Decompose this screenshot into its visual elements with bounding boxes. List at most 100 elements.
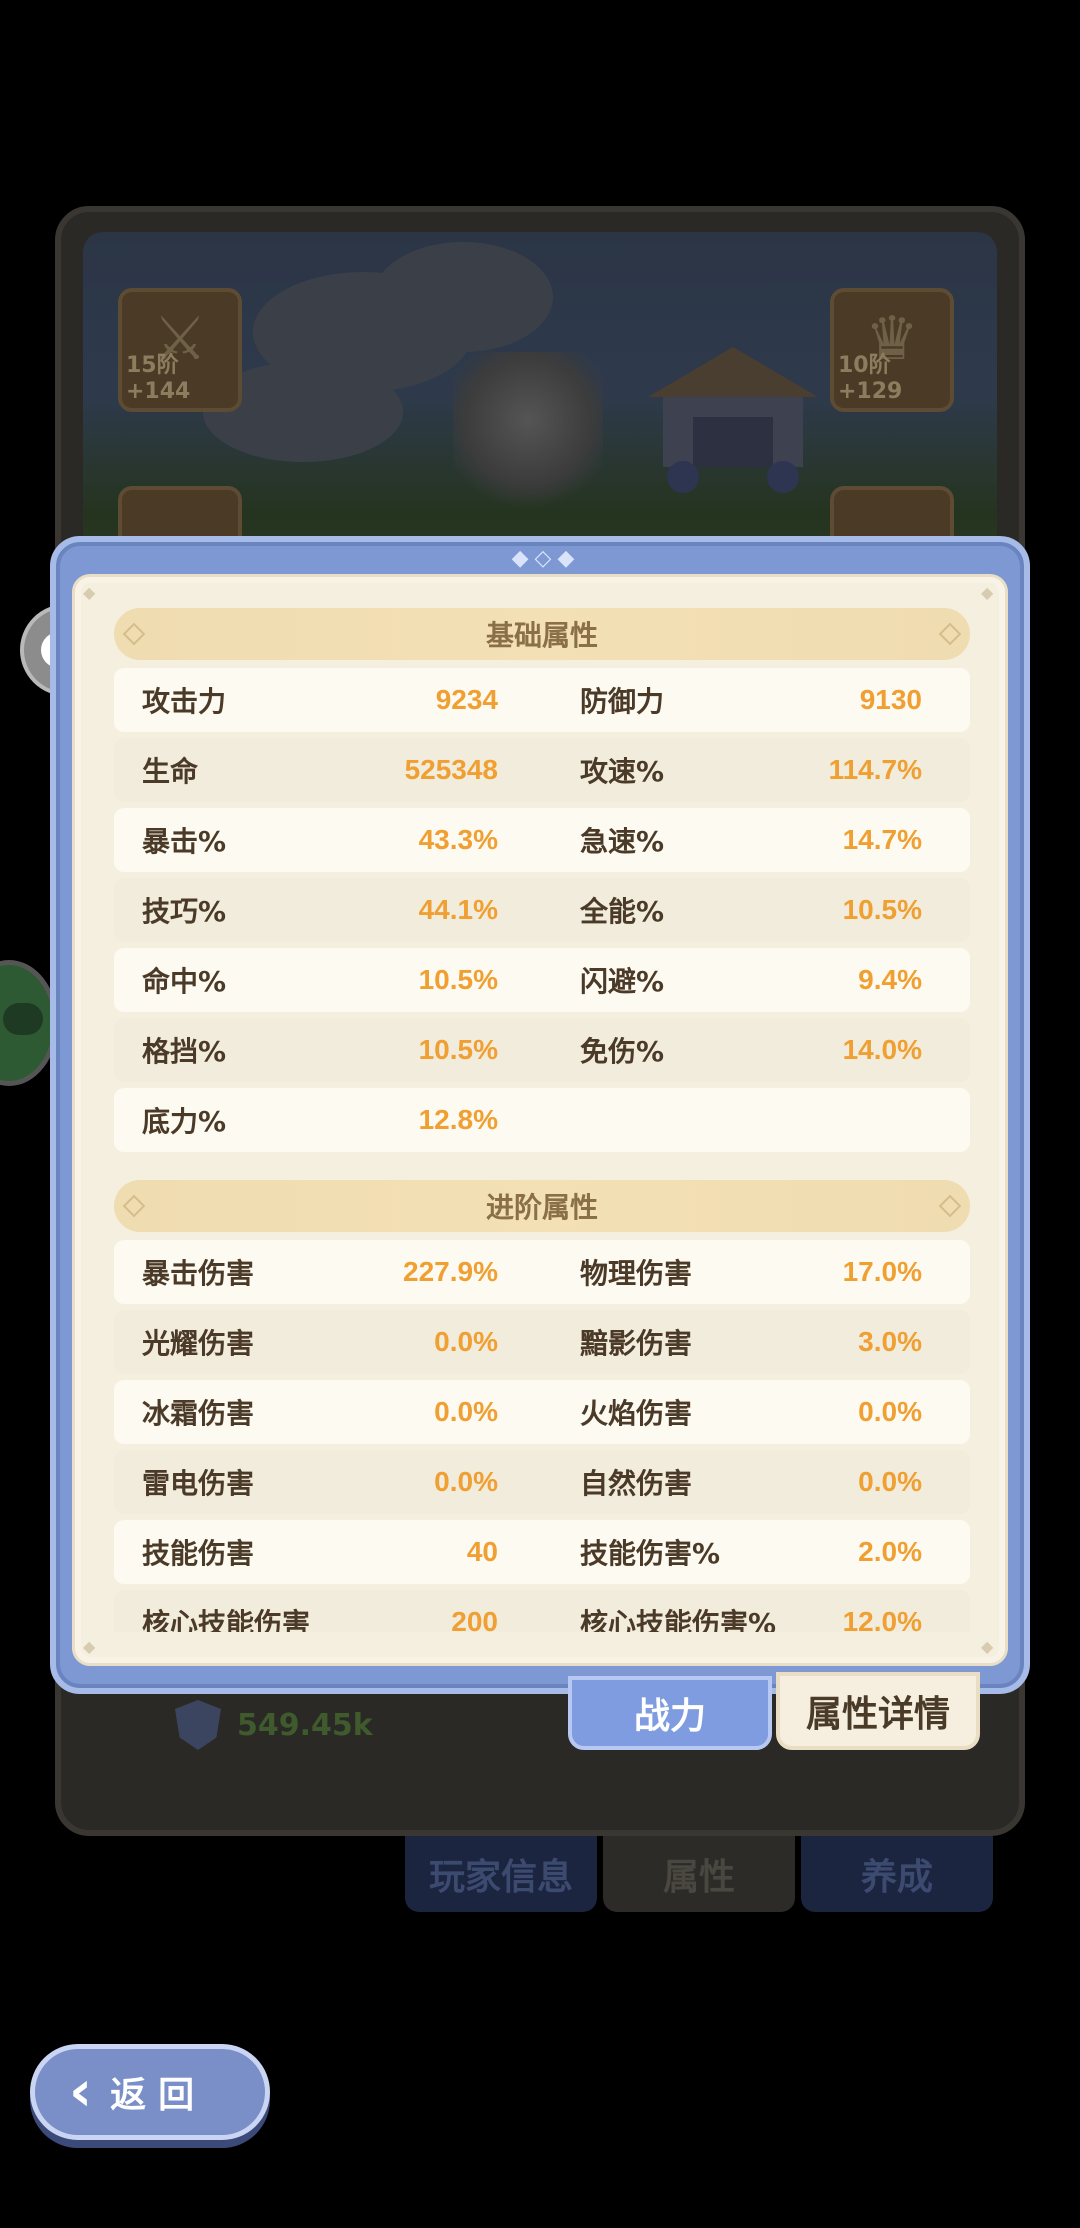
corner-ornament-icon: ◆	[83, 583, 96, 602]
stat-value: 0.0%	[858, 1466, 922, 1497]
stat-cell: 冰霜伤害 0.0%	[114, 1380, 542, 1444]
equipment-level: 10阶+129	[838, 353, 903, 404]
stat-name: 命中%	[142, 965, 227, 998]
stat-value: 17.0%	[842, 1256, 922, 1287]
stat-cell: 黯影伤害 3.0%	[542, 1310, 970, 1374]
stat-value: 0.0%	[434, 1326, 498, 1357]
stat-name: 核心技能伤害	[142, 1607, 311, 1632]
stat-name: 冰霜伤害	[142, 1397, 255, 1430]
stat-name: 黯影伤害	[580, 1327, 693, 1360]
stat-name: 免伤%	[580, 1035, 665, 1068]
stat-value: 12.0%	[842, 1606, 922, 1632]
stat-value: 9.4%	[858, 964, 922, 995]
stat-row: 暴击伤害 227.9% 物理伤害 17.0%	[114, 1240, 970, 1304]
stat-cell: 物理伤害 17.0%	[542, 1240, 970, 1304]
stat-name: 格挡%	[142, 1035, 227, 1068]
stat-name: 核心技能伤害%	[580, 1607, 777, 1632]
stat-name: 物理伤害	[580, 1257, 693, 1290]
stat-name: 雷电伤害	[142, 1467, 255, 1500]
diamond-icon	[938, 1194, 962, 1218]
stat-value: 0.0%	[858, 1396, 922, 1427]
stat-name: 暴击%	[142, 825, 227, 858]
stat-cell: 暴击伤害 227.9%	[114, 1240, 542, 1304]
stat-cell: 自然伤害 0.0%	[542, 1450, 970, 1514]
stat-value: 0.0%	[434, 1466, 498, 1497]
stat-cell: 暴击% 43.3%	[114, 808, 542, 872]
equipment-level: 15阶+144	[126, 353, 191, 404]
stat-name: 技巧%	[142, 895, 227, 928]
stat-row: 暴击% 43.3% 急速% 14.7%	[114, 808, 970, 872]
wechat-icon	[3, 1003, 43, 1035]
tab-attribute-details[interactable]: 属性详情	[776, 1672, 980, 1750]
stat-cell	[542, 1088, 970, 1152]
stat-name: 闪避%	[580, 965, 665, 998]
stat-value: 114.7%	[828, 754, 922, 785]
stat-row: 光耀伤害 0.0% 黯影伤害 3.0%	[114, 1310, 970, 1374]
stat-name: 暴击伤害	[142, 1257, 255, 1290]
stat-cell: 技巧% 44.1%	[114, 878, 542, 942]
power-display: 549.45k	[175, 1700, 373, 1750]
stat-cell: 防御力 9130	[542, 668, 970, 732]
stat-row: 生命 525348 攻速% 114.7%	[114, 738, 970, 802]
tab-power[interactable]: 战力	[568, 1676, 772, 1750]
stat-name: 急速%	[580, 825, 665, 858]
stat-value: 227.9%	[403, 1256, 498, 1287]
shield-icon	[175, 1700, 221, 1750]
tab-growth[interactable]: 养成	[801, 1836, 993, 1912]
diamond-icon	[938, 622, 962, 646]
stat-cell: 核心技能伤害% 12.0%	[542, 1590, 970, 1632]
house-illustration	[638, 327, 828, 497]
stat-cell: 全能% 10.5%	[542, 878, 970, 942]
corner-ornament-icon: ◆	[981, 583, 994, 602]
attribute-scroll-list[interactable]: 基础属性 攻击力 9234 防御力 9130 生命 525348 攻速% 114.7% 暴击% 4…	[114, 608, 970, 1632]
profile-tabs: 玩家信息 属性 养成	[405, 1836, 993, 1912]
stat-value: 43.3%	[418, 824, 498, 855]
stat-row: 格挡% 10.5% 免伤% 14.0%	[114, 1018, 970, 1082]
stat-cell: 攻击力 9234	[114, 668, 542, 732]
stat-row: 底力% 12.8%	[114, 1088, 970, 1152]
stat-row: 冰霜伤害 0.0% 火焰伤害 0.0%	[114, 1380, 970, 1444]
stat-name: 全能%	[580, 895, 665, 928]
power-value: 549.45k	[237, 1707, 373, 1743]
corner-ornament-icon: ◆	[83, 1637, 96, 1656]
stat-cell: 生命 525348	[114, 738, 542, 802]
tab-attributes[interactable]: 属性	[603, 1836, 795, 1912]
stat-row: 雷电伤害 0.0% 自然伤害 0.0%	[114, 1450, 970, 1514]
stat-name: 光耀伤害	[142, 1327, 255, 1360]
advanced-stats-list: 暴击伤害 227.9% 物理伤害 17.0% 光耀伤害 0.0% 黯影伤害 3.0% 冰霜伤害 0…	[114, 1240, 970, 1632]
tab-player-info[interactable]: 玩家信息	[405, 1836, 597, 1912]
stat-value: 14.7%	[842, 824, 922, 855]
stat-cell: 闪避% 9.4%	[542, 948, 970, 1012]
stat-row: 技巧% 44.1% 全能% 10.5%	[114, 878, 970, 942]
stat-value: 2.0%	[858, 1536, 922, 1567]
stat-value: 44.1%	[418, 894, 498, 925]
stat-cell: 急速% 14.7%	[542, 808, 970, 872]
stat-row: 核心技能伤害 200 核心技能伤害% 12.0%	[114, 1590, 970, 1632]
ornament-icon: ◆◇◆	[511, 546, 581, 571]
section-header-basic: 基础属性	[114, 608, 970, 660]
stat-value: 525348	[404, 754, 498, 785]
stat-cell: 底力% 12.8%	[114, 1088, 542, 1152]
stat-row: 命中% 10.5% 闪避% 9.4%	[114, 948, 970, 1012]
stat-name: 技能伤害%	[580, 1537, 721, 1570]
stat-cell: 光耀伤害 0.0%	[114, 1310, 542, 1374]
section-title: 进阶属性	[485, 1191, 598, 1224]
back-label: 返回	[110, 2075, 207, 2116]
stat-value: 200	[451, 1606, 498, 1632]
stat-name: 生命	[142, 755, 199, 788]
corner-ornament-icon: ◆	[981, 1637, 994, 1656]
stat-name: 攻速%	[580, 755, 665, 788]
stat-value: 0.0%	[434, 1396, 498, 1427]
diamond-icon	[122, 622, 146, 646]
hero-character	[453, 352, 603, 522]
back-button[interactable]: ‹ 返回	[30, 2044, 270, 2140]
stat-cell: 技能伤害 40	[114, 1520, 542, 1584]
stat-name: 攻击力	[142, 685, 227, 718]
stat-value: 9234	[435, 684, 498, 715]
stat-name: 自然伤害	[580, 1467, 693, 1500]
stat-name: 底力%	[142, 1105, 227, 1138]
stat-value: 10.5%	[842, 894, 922, 925]
equipment-slot-helmet[interactable]: ♛ 10阶+129	[830, 288, 954, 412]
equipment-slot-weapon[interactable]: ⚔ 15阶+144	[118, 288, 242, 412]
stat-cell: 火焰伤害 0.0%	[542, 1380, 970, 1444]
